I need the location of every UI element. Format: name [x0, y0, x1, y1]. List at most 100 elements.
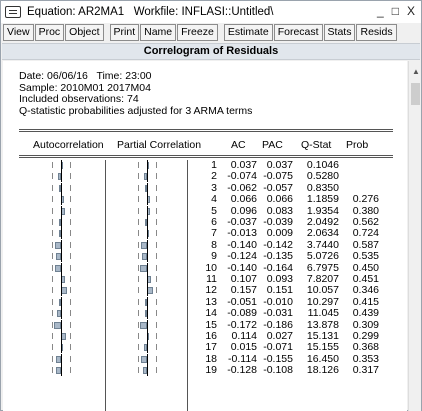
pac-bar	[139, 321, 147, 329]
freeze-button[interactable]: Freeze	[177, 24, 218, 41]
zero-axis	[147, 342, 148, 354]
zero-axis	[147, 217, 148, 228]
confidence-bound-lower	[138, 276, 139, 282]
pac-cell: -0.057	[263, 181, 293, 194]
correlogram-row: 8 -0.140 -0.142 3.7440 0.587	[3, 238, 407, 251]
correlogram-output[interactable]: Date: 06/06/16 Time: 23:00 Sample: 2010M…	[3, 61, 407, 411]
header-rule-2	[19, 157, 393, 158]
pac-graph	[3, 342, 193, 354]
resids-button[interactable]: Resids	[356, 24, 397, 41]
object-button[interactable]: Object	[65, 24, 104, 41]
pac-cell: -0.142	[263, 238, 293, 251]
correlogram-row: 9 -0.124 -0.135 5.0726 0.535	[3, 250, 407, 263]
name-button[interactable]: Name	[140, 24, 177, 41]
ac-cell: -0.172	[227, 318, 257, 331]
pac-graph	[3, 251, 193, 263]
confidence-bound-upper	[156, 230, 157, 237]
pac-cell: -0.031	[263, 307, 293, 320]
qstat-cell: 7.8207	[306, 273, 339, 285]
proc-button[interactable]: Proc	[34, 24, 65, 41]
lag-cell: 14	[205, 307, 217, 320]
qstat-cell: 0.8350	[306, 181, 339, 194]
qstat-header: Q-Stat	[301, 139, 332, 151]
qstat-cell: 18.126	[306, 364, 339, 377]
prob-cell: 0.317	[352, 364, 379, 377]
lag-cell: 13	[205, 295, 217, 308]
pac-header: PAC	[262, 139, 283, 151]
close-button[interactable]: X	[407, 4, 415, 18]
confidence-bound-lower	[138, 196, 139, 203]
lag-cell: 16	[205, 330, 217, 342]
pac-cell: -0.071	[263, 341, 293, 354]
prob-cell: 0.309	[352, 318, 379, 331]
pac-cell: -0.075	[263, 170, 293, 183]
stats-button[interactable]: Stats	[323, 24, 356, 41]
confidence-bound-upper	[156, 264, 157, 271]
lag-cell: 12	[205, 284, 217, 297]
prob-cell: 0.587	[352, 238, 379, 251]
prob-cell: 0.439	[352, 307, 379, 320]
forecast-button[interactable]: Forecast	[273, 24, 323, 41]
view-button[interactable]: View	[3, 24, 34, 41]
title-bar[interactable]: Equation: AR2MA1 Workfile: INFLASI::Unti…	[1, 1, 421, 23]
pac-cell: 0.151	[266, 284, 293, 297]
prob-cell: 0.276	[352, 193, 379, 206]
pac-graph	[3, 365, 193, 377]
confidence-bound-upper	[156, 207, 157, 214]
pac-graph	[3, 217, 193, 228]
correlogram-row: 4 0.066 0.066 1.1859 0.276	[3, 193, 407, 206]
confidence-bound-lower	[138, 162, 139, 168]
qstat-cell: 3.7440	[306, 238, 339, 251]
ac-cell: -0.089	[227, 307, 257, 320]
confidence-bound-upper	[156, 344, 157, 351]
pac-cell: -0.186	[263, 318, 293, 331]
pac-graph	[3, 274, 193, 285]
ac-cell: 0.037	[230, 159, 257, 171]
pac-graph	[3, 296, 193, 308]
equation-window: Equation: AR2MA1 Workfile: INFLASI::Unti…	[0, 0, 422, 411]
qstat-cell: 6.7975	[306, 261, 339, 274]
output-header: Date: 06/06/16 Time: 23:00 Sample: 2010M…	[19, 70, 252, 117]
window-menu-icon[interactable]	[5, 6, 21, 18]
window-title: Equation: AR2MA1 Workfile: INFLASI::Unti…	[27, 6, 274, 18]
maximize-button[interactable]: □	[392, 4, 399, 18]
confidence-bound-upper	[156, 173, 157, 180]
qstat-cell: 15.155	[306, 341, 339, 354]
lag-cell: 8	[211, 238, 217, 251]
scroll-up-arrow-icon[interactable]: ▲	[412, 67, 420, 76]
confidence-bound-lower	[138, 344, 139, 351]
qstat-cell: 2.0492	[306, 216, 339, 228]
toolbar: View Proc Object Print Name Freeze Estim…	[2, 24, 420, 42]
pac-graph	[3, 228, 193, 240]
pac-cell: -0.039	[263, 216, 293, 228]
print-button[interactable]: Print	[109, 24, 140, 41]
vertical-scrollbar[interactable]: ▲	[408, 61, 421, 411]
qstat-cell: 16.450	[306, 352, 339, 365]
confidence-bound-lower	[138, 219, 139, 225]
confidence-bound-lower	[138, 253, 139, 260]
estimate-button[interactable]: Estimate	[223, 24, 273, 41]
prob-cell: 0.299	[352, 330, 379, 342]
confidence-bound-upper	[156, 219, 157, 225]
zero-axis	[147, 365, 148, 377]
correlogram-row: 1 0.037 0.037 0.1046	[3, 160, 407, 171]
correlogram-row: 5 0.096 0.083 1.9354 0.380	[3, 204, 407, 217]
qstat-cell: 10.297	[306, 295, 339, 308]
window-controls: _ □ X	[377, 4, 415, 18]
qstat-cell: 5.0726	[306, 250, 339, 263]
confidence-bound-upper	[156, 287, 157, 294]
confidence-bound-upper	[156, 253, 157, 260]
ac-cell: 0.096	[230, 204, 257, 217]
prob-cell: 0.451	[352, 273, 379, 285]
observations-line: Included observations: 74	[19, 93, 139, 105]
correlogram-row: 19 -0.128 -0.108 18.126 0.317	[3, 364, 407, 377]
scroll-thumb[interactable]	[411, 83, 420, 105]
confidence-bound-lower	[138, 333, 139, 339]
pac-graph	[3, 262, 193, 274]
confidence-bound-upper	[156, 298, 157, 305]
lag-cell: 5	[211, 204, 217, 217]
zero-axis	[147, 171, 148, 183]
ac-cell: 0.015	[230, 341, 257, 354]
minimize-button[interactable]: _	[377, 4, 384, 18]
lag-cell: 15	[205, 318, 217, 331]
